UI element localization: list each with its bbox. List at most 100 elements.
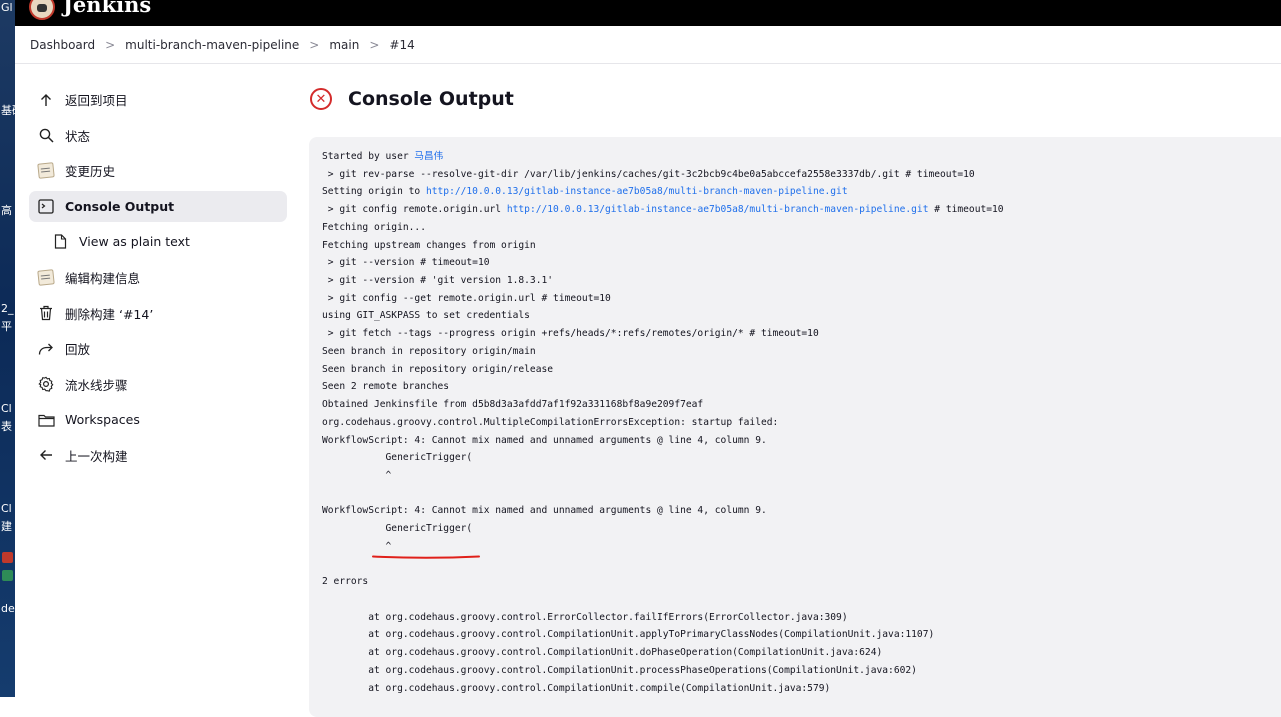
- console-line: WorkflowScript: 4: Cannot mix named and …: [322, 434, 767, 446]
- desktop-app-icon[interactable]: [2, 552, 13, 563]
- arrow-left-icon: [37, 446, 55, 464]
- desktop-label: de: [1, 602, 15, 615]
- chevron-right-icon: >: [105, 37, 116, 52]
- replay-icon: [37, 340, 55, 358]
- console-line: Setting origin to http://10.0.0.13/gitla…: [322, 183, 1281, 201]
- desktop-label: 建: [1, 520, 12, 533]
- desktop-label: 基础: [1, 104, 15, 117]
- sidebar-item-label: Console Output: [65, 198, 175, 214]
- sidebar-item-view-plain-text[interactable]: View as plain text: [29, 226, 287, 257]
- breadcrumb: Dashboard > multi-branch-maven-pipeline …: [15, 26, 1281, 64]
- brand-title[interactable]: Jenkins: [63, 0, 151, 17]
- sidebar-item-edit-build-info[interactable]: 编辑构建信息: [29, 262, 287, 293]
- console-line: GenericTrigger(: [322, 523, 473, 535]
- page-title: Console Output: [348, 88, 514, 110]
- failed-status-icon: ✕: [310, 88, 332, 110]
- console-line: Seen branch in repository origin/release: [322, 363, 554, 375]
- search-icon: [37, 126, 55, 144]
- console-line: at org.codehaus.groovy.control.Compilati…: [322, 664, 917, 676]
- breadcrumb-branch[interactable]: main: [329, 38, 359, 52]
- chevron-right-icon: >: [309, 37, 320, 52]
- console-line: WorkflowScript: 4: Cannot mix named and …: [322, 505, 767, 517]
- page-header: ✕ Console Output: [310, 88, 514, 110]
- console-line: > git rev-parse --resolve-git-dir /var/l…: [322, 168, 975, 180]
- console-line: > git config --get remote.origin.url # t…: [322, 292, 611, 304]
- sidebar-item-pipeline-steps[interactable]: 流水线步骤: [29, 369, 287, 400]
- sidebar-item-workspaces[interactable]: Workspaces: [29, 404, 287, 435]
- desktop-label: Cl: [1, 502, 12, 515]
- chevron-right-icon: >: [369, 37, 380, 52]
- desktop-label: 表: [1, 420, 12, 433]
- sidebar-item-label: 删除构建 ‘#14’: [65, 306, 154, 322]
- sidebar-item-label: 编辑构建信息: [65, 270, 141, 286]
- sidebar-item-status[interactable]: 状态: [29, 120, 287, 151]
- sidebar-item-delete-build[interactable]: 删除构建 ‘#14’: [29, 298, 287, 329]
- desktop-label: Gl: [1, 1, 13, 14]
- sidebar-item-label: View as plain text: [79, 234, 190, 250]
- desktop-label: 平: [1, 320, 12, 333]
- console-line: ^: [322, 540, 392, 552]
- console-text: # timeout=10: [928, 204, 1004, 216]
- desktop-app-icon[interactable]: [2, 570, 13, 581]
- console-line: Fetching origin...: [322, 221, 426, 233]
- console-line: Seen branch in repository origin/main: [322, 345, 536, 357]
- sidebar-item-console-output[interactable]: Console Output: [29, 190, 287, 222]
- sidebar-item-back-to-project[interactable]: 返回到项目: [29, 84, 287, 115]
- sidebar-item-label: 返回到项目: [65, 93, 128, 108]
- desktop-label: 高: [1, 204, 12, 217]
- sidebar-item-label: 变更历史: [65, 164, 116, 180]
- console-line: at org.codehaus.groovy.control.ErrorColl…: [322, 611, 848, 623]
- console-line: Seen 2 remote branches: [322, 381, 450, 393]
- arrow-up-icon: [37, 91, 55, 109]
- desktop-label: Cl: [1, 402, 12, 415]
- sidebar-item-changes[interactable]: 变更历史: [29, 155, 287, 186]
- breadcrumb-project[interactable]: multi-branch-maven-pipeline: [125, 38, 299, 52]
- user-link[interactable]: 马昌伟: [414, 151, 443, 162]
- sidebar-item-label: 流水线步骤: [65, 377, 128, 393]
- terminal-icon: [37, 197, 55, 215]
- console-line: > git fetch --tags --progress origin +re…: [322, 328, 819, 340]
- sidebar-item-previous-build[interactable]: 上一次构建: [29, 440, 287, 471]
- repo-url-link[interactable]: http://10.0.0.13/gitlab-instance-ae7b05a…: [507, 204, 929, 215]
- console-line: at org.codehaus.groovy.control.Compilati…: [322, 629, 935, 641]
- console-line: Fetching upstream changes from origin: [322, 239, 536, 251]
- repo-url-link[interactable]: http://10.0.0.13/gitlab-instance-ae7b05a…: [426, 186, 848, 197]
- sidebar-item-label: 上一次构建: [65, 448, 128, 464]
- console-line: org.codehaus.groovy.control.MultipleComp…: [322, 416, 779, 428]
- console-line: > git --version # timeout=10: [322, 257, 490, 269]
- breadcrumb-build[interactable]: #14: [389, 38, 414, 52]
- console-line: at org.codehaus.groovy.control.Compilati…: [322, 647, 883, 659]
- notepad-icon: [37, 162, 55, 180]
- sidebar-item-label: Workspaces: [65, 412, 140, 428]
- gear-icon: [37, 375, 55, 393]
- console-line: > git --version # 'git version 1.8.3.1': [322, 275, 554, 287]
- red-annotation-underline: [372, 555, 480, 559]
- top-header: Jenkins: [15, 0, 1281, 26]
- folder-icon: [37, 411, 55, 429]
- jenkins-logo-icon[interactable]: [29, 0, 55, 20]
- breadcrumb-dashboard[interactable]: Dashboard: [30, 38, 95, 52]
- console-line: > git config remote.origin.url http://10…: [322, 201, 1281, 219]
- console-text: > git config remote.origin.url: [322, 204, 507, 216]
- sidebar-item-replay[interactable]: 回放: [29, 333, 287, 364]
- sidebar-item-label: 回放: [65, 342, 91, 358]
- document-icon: [51, 233, 69, 251]
- console-line: ^: [322, 469, 392, 481]
- notepad-icon: [37, 268, 55, 286]
- console-output-panel[interactable]: Started by user 马昌伟 > git rev-parse --re…: [309, 137, 1281, 717]
- console-text: Setting origin to: [322, 186, 426, 198]
- console-line: Obtained Jenkinsfile from d5b8d3a3afdd7a…: [322, 399, 704, 411]
- console-line: GenericTrigger(: [322, 452, 473, 464]
- desktop-background: Gl 基础 高 2_ 平 Cl 表 Cl 建 de: [0, 0, 15, 697]
- console-line: 2 errors: [322, 576, 369, 588]
- console-text: Started by user: [322, 151, 415, 162]
- console-line: at org.codehaus.groovy.control.Compilati…: [322, 682, 831, 694]
- console-line: Started by user 马昌伟: [322, 148, 1281, 166]
- desktop-label: 2_: [1, 302, 14, 315]
- sidebar: 返回到项目 状态 变更历史 Console Output View as pla…: [29, 84, 287, 476]
- trash-icon: [37, 304, 55, 322]
- console-line: using GIT_ASKPASS to set credentials: [322, 310, 530, 322]
- sidebar-item-label: 状态: [65, 128, 91, 144]
